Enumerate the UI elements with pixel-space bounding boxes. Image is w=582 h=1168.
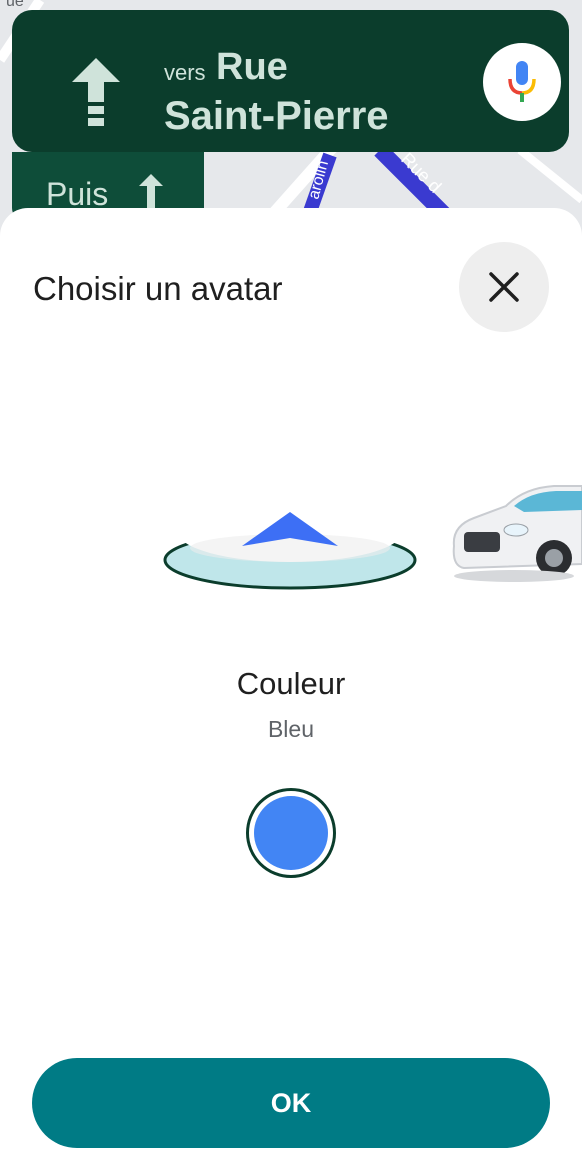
color-swatch-selected[interactable] [246, 788, 336, 878]
color-swatch-fill [254, 796, 328, 870]
map-corner-label: ue [6, 0, 24, 10]
ok-button[interactable]: OK [32, 1058, 550, 1148]
car-avatar[interactable] [444, 476, 582, 591]
direction-prefix: vers [164, 60, 206, 85]
avatar-picker-sheet: Choisir un avatar Couleur Bleu OK [0, 208, 582, 1168]
straight-arrow-icon [70, 58, 122, 130]
sheet-title: Choisir un avatar [33, 270, 283, 307]
navigation-banner[interactable]: vers Rue Saint-Pierre [12, 10, 569, 152]
close-button[interactable] [459, 242, 549, 332]
selected-color-name: Bleu [267, 716, 315, 742]
color-section-title: Couleur [236, 666, 346, 701]
navigation-arrow-avatar[interactable] [160, 498, 422, 603]
voice-search-button[interactable] [483, 43, 561, 121]
street-name-line-2: Saint-Pierre [164, 94, 389, 138]
street-name-line-1: Rue [216, 46, 288, 88]
